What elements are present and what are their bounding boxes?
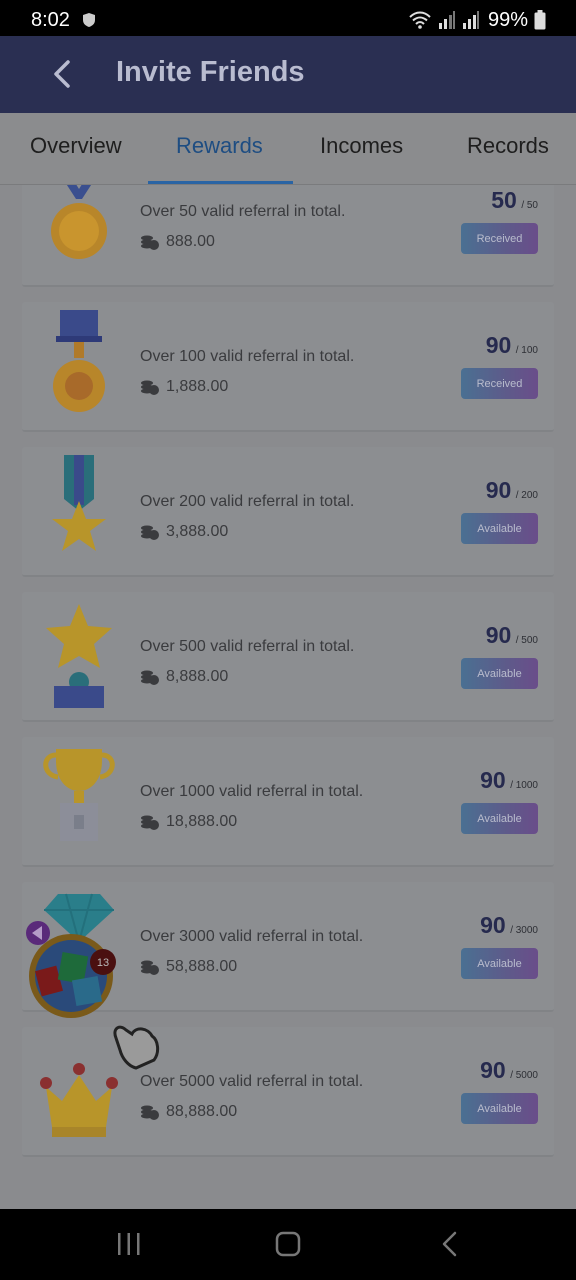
reward-description: Over 50 valid referral in total. [140, 203, 346, 220]
reward-amount: 88,888.00 [140, 1103, 237, 1121]
progress-current: 90 [480, 1057, 506, 1083]
reward-amount-value: 1,888.00 [166, 378, 229, 395]
coin-icon [141, 1105, 159, 1120]
coin-icon [141, 235, 159, 250]
recent-apps-button[interactable] [114, 1229, 144, 1259]
received-button[interactable]: Received [461, 223, 538, 254]
coin-icon [141, 380, 159, 395]
back-button[interactable] [44, 56, 80, 92]
progress-target: / 50 [521, 200, 538, 211]
reward-card: Over 500 valid referral in total. 8,888.… [22, 592, 554, 722]
tab-rewards[interactable]: Rewards [176, 133, 263, 159]
coin-icon [141, 525, 159, 540]
notification-badge: 13 [97, 957, 109, 969]
tab-incomes[interactable]: Incomes [320, 133, 403, 159]
progress: 90 / 3000 [480, 912, 538, 939]
progress-current: 90 [480, 767, 506, 793]
available-button[interactable]: Available [461, 1093, 538, 1124]
cup-trophy-icon [43, 749, 115, 841]
reward-card: Over 100 valid referral in total. 1,888.… [22, 302, 554, 432]
available-button[interactable]: Available [461, 658, 538, 689]
reward-description: Over 1000 valid referral in total. [140, 783, 364, 800]
reward-card: Over 1000 valid referral in total. 18,88… [22, 737, 554, 867]
star-medal-icon [52, 455, 106, 551]
tab-overview[interactable]: Overview [30, 133, 122, 159]
reward-card: Over 200 valid referral in total. 3,888.… [22, 447, 554, 577]
wifi-icon [409, 11, 431, 29]
progress: 90 / 5000 [480, 1057, 538, 1084]
page-title: Invite Friends [116, 56, 305, 88]
app-bar: Invite Friends [0, 36, 576, 113]
progress: 90 / 200 [486, 477, 538, 504]
reward-amount: 8,888.00 [140, 668, 228, 686]
available-button[interactable]: Available [461, 803, 538, 834]
reward-amount: 3,888.00 [140, 523, 228, 541]
available-button[interactable]: Available [461, 513, 538, 544]
reward-amount: 888.00 [140, 233, 215, 251]
progress: 90 / 1000 [480, 767, 538, 794]
progress-current: 90 [485, 477, 512, 503]
status-icons: 99% [408, 8, 546, 32]
reward-amount-value: 88,888.00 [166, 1103, 238, 1120]
reward-description: Over 200 valid referral in total. [140, 493, 355, 510]
received-button[interactable]: Received [461, 368, 538, 399]
progress: 90 / 500 [486, 622, 538, 649]
bronze-medal-icon [53, 310, 105, 412]
signal-icon [462, 11, 479, 29]
progress-current: 90 [480, 912, 506, 938]
progress: 50 / 50 [491, 187, 538, 214]
floating-game-widget[interactable]: 13 [24, 920, 164, 1080]
reward-amount-value: 18,888.00 [166, 813, 238, 830]
reward-amount-value: 888.00 [166, 233, 215, 250]
progress-current: 90 [485, 332, 512, 358]
tab-bar: Overview Rewards Incomes Records [0, 113, 576, 185]
reward-amount-value: 58,888.00 [166, 958, 238, 975]
reward-amount-value: 8,888.00 [166, 668, 229, 685]
navigation-bar [0, 1209, 576, 1280]
coin-icon [141, 815, 159, 830]
progress-current: 50 [491, 187, 517, 213]
progress-target: / 200 [515, 490, 538, 501]
progress-target: / 500 [515, 635, 538, 646]
progress: 90 / 100 [486, 332, 538, 359]
progress-target: / 5000 [510, 1070, 538, 1081]
reward-card: Over 50 valid referral in total. 888.00 … [22, 185, 554, 287]
reward-amount: 18,888.00 [140, 813, 237, 831]
progress-current: 90 [485, 622, 512, 648]
status-bar: 8:02 99% [0, 0, 576, 40]
signal-icon [438, 11, 455, 29]
reward-amount: 1,888.00 [140, 378, 228, 396]
reward-description: Over 500 valid referral in total. [140, 638, 355, 655]
coin-icon [141, 670, 159, 685]
progress-target: / 100 [515, 345, 538, 356]
gold-medal-icon [51, 185, 107, 259]
available-button[interactable]: Available [461, 948, 538, 979]
home-button[interactable] [273, 1229, 303, 1259]
status-time: 8:02 [31, 9, 70, 31]
progress-target: / 1000 [510, 780, 538, 791]
star-trophy-icon [46, 604, 112, 708]
reward-description: Over 100 valid referral in total. [140, 348, 355, 365]
shield-icon [83, 13, 95, 27]
reward-amount-value: 3,888.00 [166, 523, 229, 540]
reward-description: Over 3000 valid referral in total. [140, 928, 364, 945]
back-nav-button[interactable] [435, 1229, 465, 1259]
progress-target: / 3000 [510, 925, 538, 936]
game-widget-icon: 13 [26, 921, 160, 1070]
battery-percent: 99% [487, 8, 528, 31]
battery-icon [534, 10, 546, 30]
reward-description: Over 5000 valid referral in total. [140, 1073, 364, 1090]
tab-records[interactable]: Records [467, 133, 549, 159]
